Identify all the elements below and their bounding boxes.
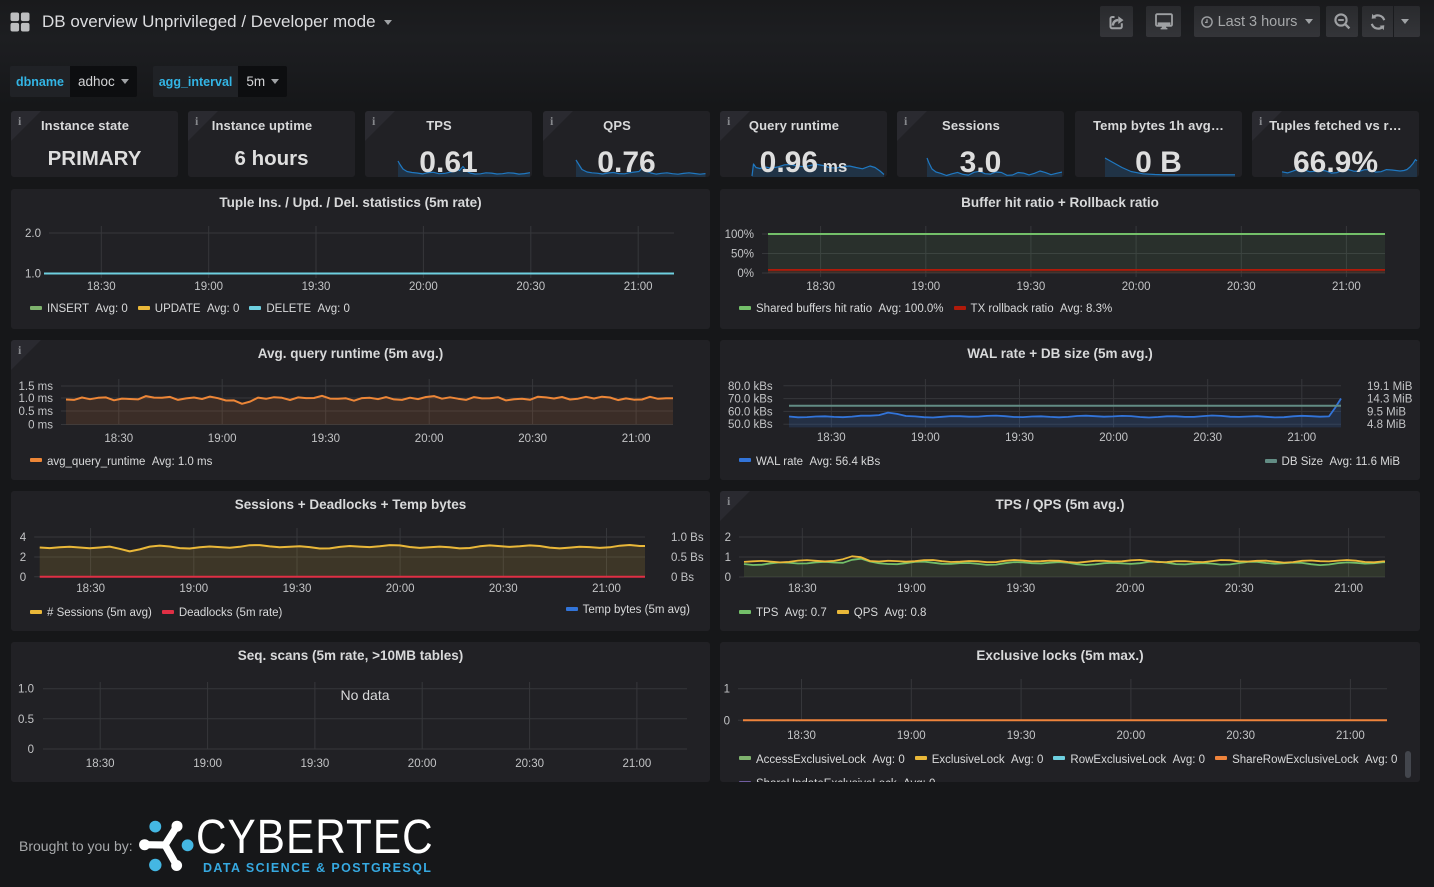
svg-text:20:30: 20:30 — [489, 583, 518, 595]
svg-text:20:30: 20:30 — [1193, 432, 1222, 444]
svg-text:70.0 kBs: 70.0 kBs — [728, 394, 773, 406]
svg-text:20:00: 20:00 — [1099, 432, 1128, 444]
svg-text:19:30: 19:30 — [302, 281, 331, 293]
svg-text:2.0: 2.0 — [25, 228, 41, 240]
svg-text:19:00: 19:00 — [194, 281, 223, 293]
svg-text:0.5 Bs: 0.5 Bs — [671, 552, 704, 564]
svg-text:18:30: 18:30 — [86, 758, 115, 770]
svg-text:21:00: 21:00 — [623, 758, 652, 770]
svg-text:1.0: 1.0 — [25, 269, 41, 281]
svg-text:9.5 MiB: 9.5 MiB — [1367, 406, 1406, 418]
svg-text:50.0 kBs: 50.0 kBs — [728, 419, 773, 431]
svg-text:21:00: 21:00 — [1332, 281, 1361, 293]
svg-text:1.0 Bs: 1.0 Bs — [671, 532, 704, 544]
svg-text:21:00: 21:00 — [592, 583, 621, 595]
svg-text:20:30: 20:30 — [518, 433, 547, 445]
svg-text:1.0: 1.0 — [18, 684, 34, 696]
svg-text:20:00: 20:00 — [1117, 730, 1146, 742]
svg-text:20:00: 20:00 — [386, 583, 415, 595]
svg-text:20:30: 20:30 — [515, 758, 544, 770]
svg-text:2: 2 — [725, 532, 731, 544]
svg-text:21:00: 21:00 — [622, 433, 651, 445]
svg-text:19:00: 19:00 — [193, 758, 222, 770]
svg-text:19.1 MiB: 19.1 MiB — [1367, 381, 1413, 393]
svg-text:18:30: 18:30 — [76, 583, 105, 595]
svg-text:14.3 MiB: 14.3 MiB — [1367, 394, 1413, 406]
svg-text:1: 1 — [724, 684, 730, 696]
svg-text:19:30: 19:30 — [1006, 583, 1035, 595]
svg-text:1.5 ms: 1.5 ms — [18, 381, 53, 393]
svg-text:19:00: 19:00 — [897, 730, 926, 742]
svg-text:19:30: 19:30 — [1005, 432, 1034, 444]
svg-text:No data: No data — [340, 687, 389, 703]
svg-text:0: 0 — [725, 572, 731, 584]
svg-text:21:00: 21:00 — [1287, 432, 1316, 444]
svg-text:0: 0 — [28, 744, 34, 756]
svg-text:19:00: 19:00 — [179, 583, 208, 595]
svg-text:18:30: 18:30 — [787, 730, 816, 742]
svg-text:4: 4 — [20, 532, 27, 544]
svg-text:20:00: 20:00 — [415, 433, 444, 445]
svg-text:20:30: 20:30 — [1226, 730, 1255, 742]
svg-text:19:30: 19:30 — [311, 433, 340, 445]
svg-text:60.0 kBs: 60.0 kBs — [728, 406, 773, 418]
svg-text:0 ms: 0 ms — [28, 420, 53, 432]
svg-text:21:00: 21:00 — [1336, 730, 1365, 742]
svg-text:18:30: 18:30 — [104, 433, 133, 445]
svg-text:20:30: 20:30 — [516, 281, 545, 293]
svg-text:2: 2 — [20, 552, 26, 564]
svg-text:21:00: 21:00 — [624, 281, 653, 293]
svg-text:19:30: 19:30 — [1017, 281, 1046, 293]
svg-text:19:00: 19:00 — [208, 433, 237, 445]
svg-text:100%: 100% — [725, 229, 754, 241]
svg-text:18:30: 18:30 — [817, 432, 846, 444]
svg-text:18:30: 18:30 — [788, 583, 817, 595]
svg-text:50%: 50% — [731, 249, 754, 261]
svg-text:20:00: 20:00 — [1122, 281, 1151, 293]
svg-text:19:30: 19:30 — [1007, 730, 1036, 742]
svg-text:20:00: 20:00 — [409, 281, 438, 293]
svg-text:0%: 0% — [737, 268, 754, 280]
svg-text:0.5: 0.5 — [18, 714, 34, 726]
svg-text:19:00: 19:00 — [911, 281, 940, 293]
svg-text:0 Bs: 0 Bs — [671, 572, 694, 584]
svg-text:20:30: 20:30 — [1225, 583, 1254, 595]
svg-text:20:30: 20:30 — [1227, 281, 1256, 293]
svg-text:20:00: 20:00 — [1116, 583, 1145, 595]
svg-text:0: 0 — [20, 572, 26, 584]
svg-text:19:30: 19:30 — [301, 758, 330, 770]
svg-text:80.0 kBs: 80.0 kBs — [728, 381, 773, 393]
svg-text:18:30: 18:30 — [806, 281, 835, 293]
svg-text:0: 0 — [724, 715, 730, 727]
svg-text:18:30: 18:30 — [87, 281, 116, 293]
svg-text:19:30: 19:30 — [283, 583, 312, 595]
svg-text:1: 1 — [725, 552, 731, 564]
svg-text:19:00: 19:00 — [897, 583, 926, 595]
svg-text:21:00: 21:00 — [1334, 583, 1363, 595]
svg-text:1.0 ms: 1.0 ms — [18, 393, 53, 405]
svg-text:0.5 ms: 0.5 ms — [18, 406, 53, 418]
svg-text:4.8 MiB: 4.8 MiB — [1367, 419, 1406, 431]
svg-text:19:00: 19:00 — [911, 432, 940, 444]
svg-text:20:00: 20:00 — [408, 758, 437, 770]
